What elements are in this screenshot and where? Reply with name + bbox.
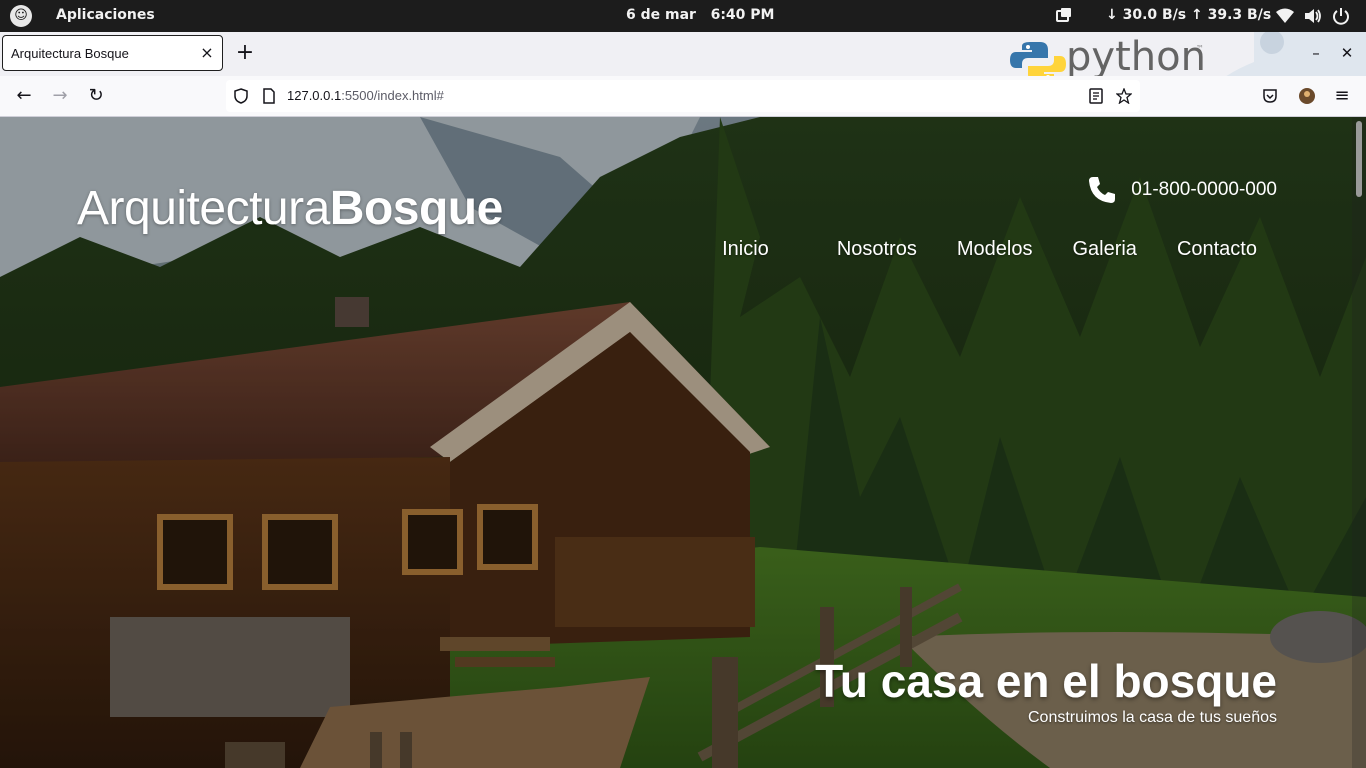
page-info-icon[interactable] (261, 88, 277, 104)
phone-icon (1089, 177, 1116, 203)
contact-phone[interactable]: 01-800-0000-000 (1087, 173, 1277, 207)
nav-item-inicio[interactable]: Inicio (702, 238, 817, 261)
url-text[interactable]: 127.0.0.1:5500/index.html# (287, 88, 444, 103)
tab-title: Arquitectura Bosque (11, 46, 129, 61)
url-bar[interactable]: 127.0.0.1:5500/index.html# (226, 80, 1140, 112)
browser-navigation-bar: ← → ↻ 127.0.0.1:5500/index.html# ≡ (0, 76, 1366, 117)
minimize-window-button[interactable]: – (1305, 42, 1327, 64)
hero-title: Tu casa en el bosque (815, 655, 1277, 707)
close-tab-icon[interactable]: × (198, 44, 216, 62)
wifi-icon[interactable] (1275, 6, 1295, 26)
volume-icon[interactable] (1303, 6, 1323, 26)
close-window-button[interactable]: ✕ (1336, 42, 1358, 64)
site-logo-bold: Bosque (329, 182, 504, 235)
os-logo-icon[interactable]: ☺ (10, 5, 32, 27)
scrollbar-thumb[interactable] (1356, 121, 1362, 197)
clipboard-icon[interactable] (1054, 6, 1074, 26)
web-page: ArquitecturaBosque 01-800-0000-000 Inici… (0, 117, 1366, 768)
page-scrollbar[interactable] (1352, 117, 1366, 768)
system-time: 6:40 PM (710, 7, 775, 23)
applications-menu[interactable]: Aplicaciones (56, 7, 155, 23)
site-logo[interactable]: ArquitecturaBosque (77, 181, 503, 236)
system-date: 6 de mar (626, 7, 696, 23)
system-clock[interactable]: 6 de mar 6:40 PM (626, 7, 774, 23)
main-navigation: Inicio Nosotros Modelos Galeria Contacto (702, 238, 1257, 261)
browser-tab-strip: Arquitectura Bosque × + python ™ – ✕ (0, 32, 1366, 76)
back-button[interactable]: ← (12, 84, 36, 108)
pocket-icon[interactable] (1262, 88, 1278, 104)
browser-tab-active[interactable]: Arquitectura Bosque × (2, 35, 223, 71)
nav-item-galeria[interactable]: Galeria (1052, 238, 1156, 261)
url-host: 127.0.0.1 (287, 88, 342, 103)
extension-icon[interactable] (1298, 87, 1316, 105)
nav-item-modelos[interactable]: Modelos (937, 238, 1053, 261)
bookmark-star-icon[interactable] (1116, 88, 1132, 104)
site-logo-thin: Arquitectura (77, 182, 330, 235)
nav-item-nosotros[interactable]: Nosotros (817, 238, 937, 261)
app-menu-button[interactable]: ≡ (1330, 84, 1354, 108)
power-icon[interactable] (1331, 6, 1351, 26)
python-wordmark: python (1066, 34, 1206, 76)
hero-subtitle: Construimos la casa de tus sueños (1027, 709, 1277, 726)
tracking-protection-shield-icon[interactable] (233, 88, 249, 104)
forward-button[interactable]: → (48, 84, 72, 108)
reload-button[interactable]: ↻ (84, 84, 108, 108)
network-speed: ↓ 30.0 B/s ↑ 39.3 B/s (1106, 7, 1272, 23)
python-trademark: ™ (1196, 44, 1204, 53)
phone-number: 01-800-0000-000 (1131, 179, 1277, 200)
reader-view-icon[interactable] (1088, 88, 1104, 104)
url-path: :5500/index.html# (341, 88, 444, 103)
system-top-bar: ☺ Aplicaciones 6 de mar 6:40 PM ↓ 30.0 B… (0, 0, 1366, 32)
python-logo-icon (1010, 42, 1066, 76)
nav-item-contacto[interactable]: Contacto (1157, 238, 1257, 261)
new-tab-button[interactable]: + (233, 41, 257, 65)
